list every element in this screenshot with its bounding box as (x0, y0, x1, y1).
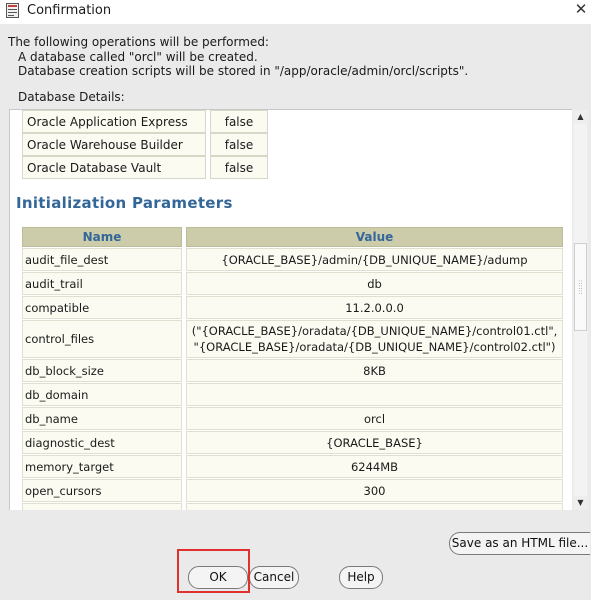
param-name: db_block_size (22, 359, 182, 382)
param-name: audit_trail (22, 272, 182, 295)
option-value: false (210, 133, 268, 156)
option-row: Oracle Warehouse Builder false (22, 133, 268, 156)
param-value: db (186, 272, 563, 295)
option-row: Oracle Database Vault false (22, 156, 268, 179)
option-name: Oracle Application Express (22, 110, 206, 133)
table-row: diagnostic_dest {ORACLE_BASE} (22, 431, 563, 454)
param-value: {ORACLE_BASE}/admin/{DB_UNIQUE_NAME}/adu… (186, 248, 563, 271)
window-title: Confirmation (27, 3, 112, 18)
title-bar: Confirmation ✕ (0, 0, 591, 24)
param-name (22, 503, 182, 510)
intro-line: The following operations will be perform… (8, 35, 269, 49)
param-name: memory_target (22, 455, 182, 478)
param-value: ("{ORACLE_BASE}/oradata/{DB_UNIQUE_NAME}… (186, 320, 563, 358)
option-value: false (210, 110, 268, 133)
param-name: diagnostic_dest (22, 431, 182, 454)
oracle-app-icon (6, 3, 19, 18)
intro-text: The following operations will be perform… (8, 35, 468, 79)
param-name: db_name (22, 407, 182, 430)
param-value: 11.2.0.0.0 (186, 296, 563, 319)
column-header-value: Value (186, 227, 563, 247)
close-icon[interactable]: ✕ (573, 0, 589, 18)
table-row: memory_target 6244MB (22, 455, 563, 478)
table-row: compatible 11.2.0.0.0 (22, 296, 563, 319)
table-row: audit_file_dest {ORACLE_BASE}/admin/{DB_U… (22, 248, 563, 271)
scroll-up-icon[interactable]: ▲ (573, 110, 588, 124)
param-value (186, 503, 563, 510)
vertical-scrollbar[interactable]: ▲ :::::: ▼ (573, 110, 588, 510)
table-row: db_name orcl (22, 407, 563, 430)
option-value: false (210, 156, 268, 179)
scroll-down-icon[interactable]: ▼ (573, 496, 588, 510)
param-name: compatible (22, 296, 182, 319)
option-name: Oracle Database Vault (22, 156, 206, 179)
help-button[interactable]: Help (339, 566, 383, 589)
scrollbar-thumb[interactable]: :::::: (574, 243, 587, 331)
init-params-table: Name Value audit_file_dest {ORACLE_BASE}/… (18, 226, 567, 510)
table-row: audit_trail db (22, 272, 563, 295)
save-as-html-button[interactable]: Save as an HTML file... (449, 532, 590, 555)
grip-icon: :::::: (578, 278, 583, 296)
param-value (186, 383, 563, 406)
cancel-button[interactable]: Cancel (249, 566, 299, 589)
param-value: orcl (186, 407, 563, 430)
options-table: Oracle Application Express false Oracle Wa… (18, 110, 272, 179)
ok-highlight-box (177, 549, 250, 593)
param-name: open_cursors (22, 479, 182, 502)
details-panel: Oracle Application Express false Oracle Wa… (9, 109, 572, 510)
table-row: control_files ("{ORACLE_BASE}/oradata/{DB… (22, 320, 563, 358)
table-row: open_cursors 300 (22, 479, 563, 502)
section-title: Initialization Parameters (16, 194, 233, 212)
param-value: 300 (186, 479, 563, 502)
option-name: Oracle Warehouse Builder (22, 133, 206, 156)
table-row: db_block_size 8KB (22, 359, 563, 382)
param-value: 6244MB (186, 455, 563, 478)
param-value: 8KB (186, 359, 563, 382)
intro-line: Database creation scripts will be stored… (18, 64, 469, 78)
column-header-name: Name (22, 227, 182, 247)
table-row (22, 503, 563, 510)
param-name: audit_file_dest (22, 248, 182, 271)
param-value: {ORACLE_BASE} (186, 431, 563, 454)
param-name: db_domain (22, 383, 182, 406)
option-row: Oracle Application Express false (22, 110, 268, 133)
param-name: control_files (22, 320, 182, 358)
intro-line: A database called "orcl" will be created… (18, 49, 258, 64)
database-details-label: Database Details: (18, 90, 125, 104)
table-row: db_domain (22, 383, 563, 406)
